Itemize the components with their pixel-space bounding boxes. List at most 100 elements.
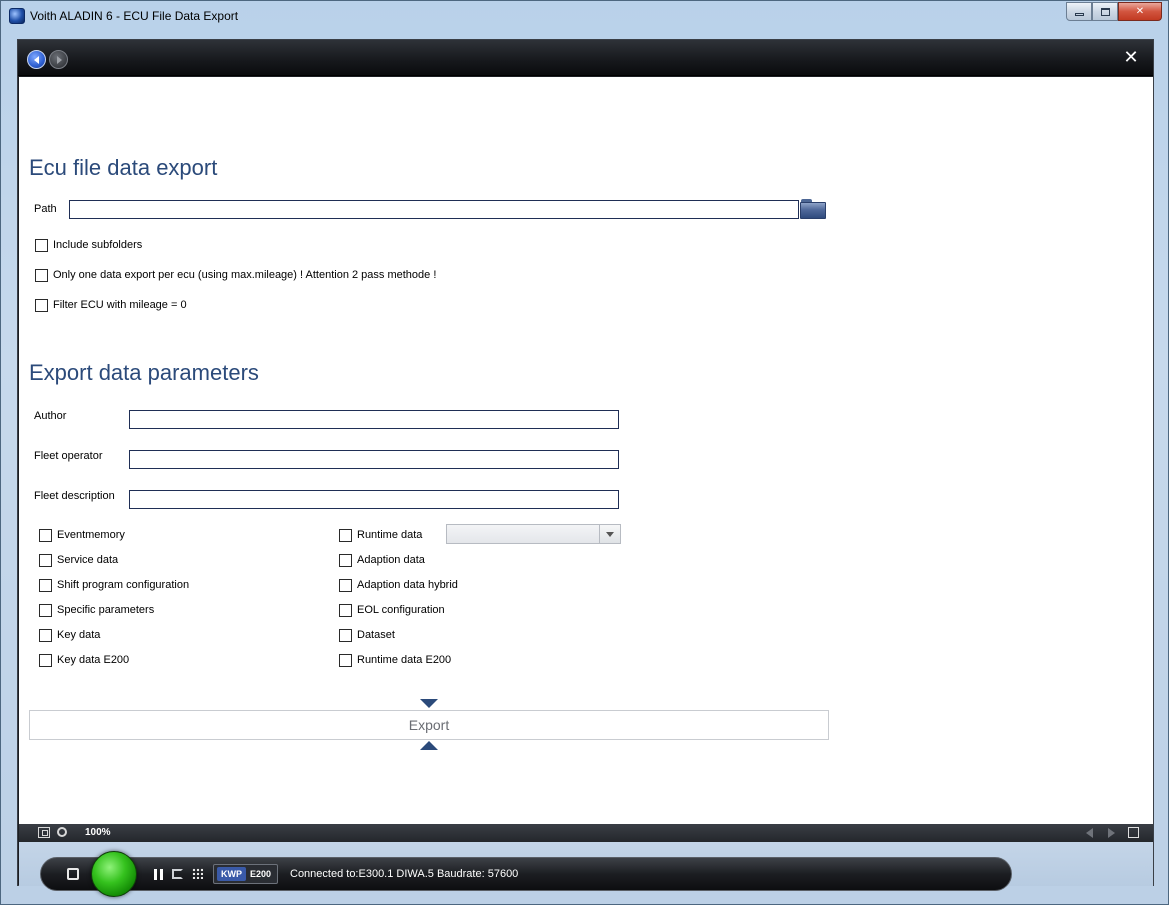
section-heading-file-export: Ecu file data export: [29, 155, 218, 180]
include-subfolders-option[interactable]: Include subfolders: [35, 238, 142, 252]
fit-to-screen-icon[interactable]: [38, 827, 50, 838]
minimize-button[interactable]: [1066, 2, 1092, 21]
option-adaption-data[interactable]: Adaption data: [339, 553, 425, 567]
option-eol-configuration[interactable]: EOL configuration: [339, 603, 445, 617]
adaption-data-label: Adaption data: [357, 554, 425, 566]
protocol-kwp-badge: KWP: [217, 867, 246, 881]
arrow-up-icon: [420, 741, 438, 750]
option-key-data[interactable]: Key data: [39, 628, 100, 642]
voith-globe-icon: [9, 8, 25, 24]
folder-body: [800, 202, 826, 219]
arrow-down-icon: [420, 699, 438, 708]
window-close-button[interactable]: ✕: [1118, 2, 1162, 21]
title-bar[interactable]: Voith ALADIN 6 - ECU File Data Export ✕: [1, 1, 1168, 31]
include-subfolders-checkbox[interactable]: [35, 238, 48, 252]
application-window: Voith ALADIN 6 - ECU File Data Export ✕ …: [0, 0, 1169, 905]
adaption-data-checkbox[interactable]: [339, 553, 352, 567]
author-label: Author: [34, 410, 67, 422]
runtime-data-e200-label: Runtime data E200: [357, 654, 452, 666]
option-eventmemory[interactable]: Eventmemory: [39, 528, 125, 542]
loop-icon[interactable]: [172, 869, 183, 879]
path-label: Path: [34, 203, 57, 215]
minimize-icon: [1074, 13, 1084, 16]
adaption-data-hybrid-checkbox[interactable]: [339, 578, 352, 592]
runtime-data-select[interactable]: [446, 524, 621, 544]
fleet-operator-label: Fleet operator: [34, 450, 103, 462]
key-data-e200-checkbox[interactable]: [39, 653, 52, 667]
window-title: Voith ALADIN 6 - ECU File Data Export: [30, 9, 239, 23]
one-export-per-ecu-label: Only one data export per ecu (using max.…: [53, 269, 437, 281]
fleet-description-label: Fleet description: [34, 490, 115, 502]
pause-icon[interactable]: [154, 869, 163, 880]
status-led-icon[interactable]: [91, 851, 137, 897]
option-runtime-data-e200[interactable]: Runtime data E200: [339, 653, 451, 667]
export-area: Export: [29, 699, 829, 751]
fleet-operator-input[interactable]: [129, 450, 619, 469]
fleet-description-input[interactable]: [129, 490, 619, 509]
specific-parameters-label: Specific parameters: [57, 604, 155, 616]
grid-icon[interactable]: [192, 868, 203, 879]
option-key-data-e200[interactable]: Key data E200: [39, 653, 129, 667]
one-export-per-ecu-option[interactable]: Only one data export per ecu (using max.…: [35, 268, 436, 282]
dropdown-arrow-button[interactable]: [599, 525, 620, 543]
app-close-button[interactable]: ✕: [1123, 48, 1139, 66]
option-dataset[interactable]: Dataset: [339, 628, 395, 642]
runtime-data-e200-checkbox[interactable]: [339, 653, 352, 667]
arrow-left-icon: [33, 55, 39, 64]
eol-configuration-label: EOL configuration: [357, 604, 445, 616]
service-data-label: Service data: [57, 554, 119, 566]
include-subfolders-label: Include subfolders: [53, 239, 143, 251]
chevron-down-icon: [606, 531, 614, 537]
connection-status-text: Connected to:E300.1 DIWA.5 Baudrate: 576…: [290, 868, 519, 880]
footer-area: KWP E200 Connected to:E300.1 DIWA.5 Baud…: [19, 842, 1153, 897]
previous-page-icon[interactable]: [1086, 828, 1093, 838]
eventmemory-checkbox[interactable]: [39, 528, 52, 542]
zoom-icon[interactable]: [57, 827, 67, 837]
runtime-data-checkbox[interactable]: [339, 528, 352, 542]
option-specific-parameters[interactable]: Specific parameters: [39, 603, 154, 617]
arrow-right-icon: [56, 55, 62, 64]
runtime-data-label: Runtime data: [357, 529, 423, 541]
option-runtime-data[interactable]: Runtime data: [339, 528, 422, 542]
key-data-e200-label: Key data E200: [57, 654, 130, 666]
one-export-per-ecu-checkbox[interactable]: [35, 268, 48, 282]
option-shift-program[interactable]: Shift program configuration: [39, 578, 189, 592]
filter-mileage-label: Filter ECU with mileage = 0: [53, 299, 187, 311]
eventmemory-label: Eventmemory: [57, 529, 125, 541]
next-page-icon[interactable]: [1108, 828, 1115, 838]
app-toolbar: ✕: [18, 40, 1153, 76]
path-input[interactable]: [69, 200, 799, 219]
stop-icon[interactable]: [67, 868, 79, 880]
service-data-checkbox[interactable]: [39, 553, 52, 567]
shift-program-label: Shift program configuration: [57, 579, 190, 591]
shift-program-checkbox[interactable]: [39, 578, 52, 592]
eol-configuration-checkbox[interactable]: [339, 603, 352, 617]
filter-mileage-option[interactable]: Filter ECU with mileage = 0: [35, 298, 187, 312]
key-data-label: Key data: [57, 629, 101, 641]
export-button[interactable]: Export: [29, 710, 829, 740]
content-panel: Ecu file data export Path Include subfol…: [19, 77, 1153, 824]
dataset-checkbox[interactable]: [339, 628, 352, 642]
adaption-data-hybrid-label: Adaption data hybrid: [357, 579, 458, 591]
filter-mileage-checkbox[interactable]: [35, 298, 48, 312]
forward-button[interactable]: [49, 50, 68, 69]
connection-statusbar: KWP E200 Connected to:E300.1 DIWA.5 Baud…: [40, 851, 1012, 897]
key-data-checkbox[interactable]: [39, 628, 52, 642]
dataset-label: Dataset: [357, 629, 395, 641]
protocol-badge: KWP E200: [213, 864, 278, 884]
back-button[interactable]: [27, 50, 46, 69]
author-input[interactable]: [129, 410, 619, 429]
view-toolbar: 100%: [19, 824, 1153, 842]
section-heading-export-params: Export data parameters: [29, 360, 259, 385]
option-adaption-data-hybrid[interactable]: Adaption data hybrid: [339, 578, 458, 592]
caption-buttons: ✕: [1066, 2, 1162, 21]
popout-icon[interactable]: [1128, 827, 1139, 838]
maximize-icon: [1100, 7, 1110, 16]
zoom-level: 100%: [85, 827, 111, 838]
specific-parameters-checkbox[interactable]: [39, 603, 52, 617]
option-service-data[interactable]: Service data: [39, 553, 118, 567]
folder-icon[interactable]: [800, 199, 826, 219]
app-frame: ✕ Ecu file data export Path Include subf…: [17, 39, 1154, 897]
ecu-type-label: E200: [250, 869, 272, 879]
maximize-button[interactable]: [1092, 2, 1118, 21]
